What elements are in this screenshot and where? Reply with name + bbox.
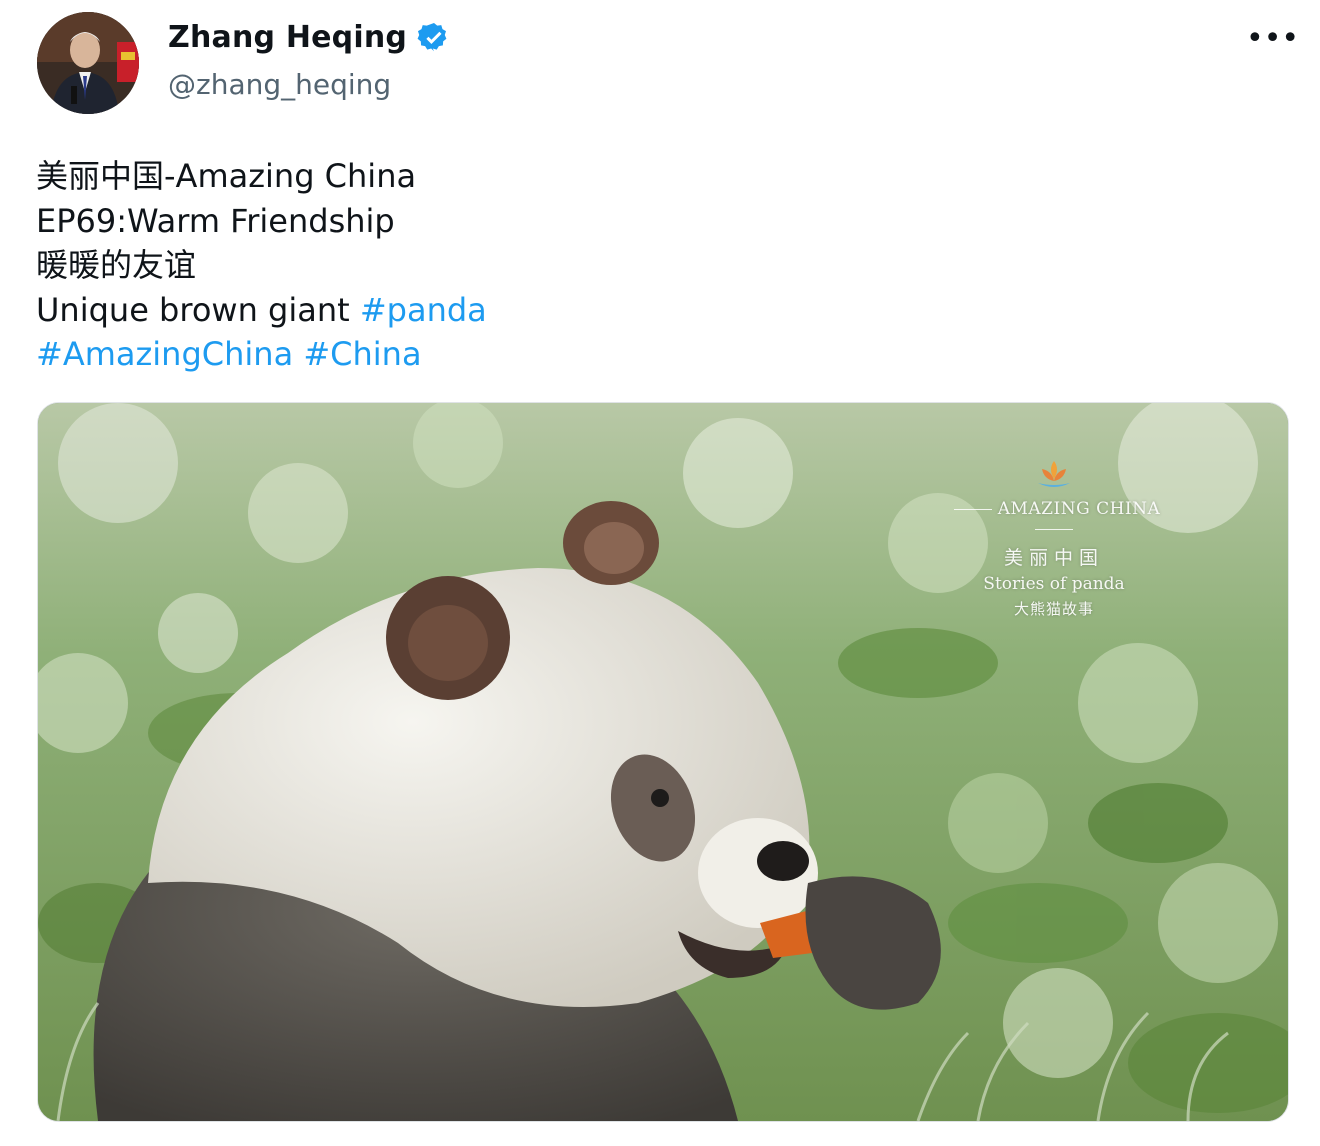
hashtag-china[interactable]: #China	[303, 335, 421, 373]
verified-badge-icon	[417, 21, 451, 55]
author-display-name[interactable]: Zhang Heqing	[168, 20, 407, 55]
amazing-china-logo-icon	[1038, 461, 1070, 487]
watermark-chinese-subtitle: 大熊猫故事	[1013, 600, 1094, 618]
watermark-title: AMAZING CHINA	[924, 499, 1184, 539]
hashtag-amazingchina[interactable]: #AmazingChina	[36, 335, 293, 373]
avatar-photo	[37, 12, 139, 114]
description-text: Unique brown giant	[36, 290, 360, 329]
watermark-subtitle: Stories of panda	[983, 574, 1125, 594]
tweet-line-episode: EP69:Warm Friendship	[36, 201, 395, 240]
tweet-text: 美丽中国-Amazing China EP69:Warm Friendship …	[36, 154, 1276, 377]
hashtag-panda[interactable]: #panda	[360, 291, 487, 329]
watermark-chinese-title: 美丽中国	[1003, 547, 1104, 569]
tweet-line-title: 美丽中国-Amazing China	[36, 157, 417, 195]
tweet-line-description: Unique brown giant #panda	[36, 288, 1276, 333]
tweet-line-chinese: 暖暖的友谊	[36, 246, 197, 284]
more-icon[interactable]: •••	[1246, 24, 1299, 54]
tweet-media[interactable]: AMAZING CHINA 美丽中国 Stories of panda 大熊猫故…	[37, 402, 1289, 1122]
avatar[interactable]	[37, 12, 139, 114]
author-handle[interactable]: @zhang_heqing	[168, 68, 391, 101]
tweet-line-hashtags: #AmazingChina #China	[36, 332, 1276, 377]
author-name-row[interactable]: Zhang Heqing	[168, 20, 451, 55]
video-watermark: AMAZING CHINA 美丽中国 Stories of panda 大熊猫故…	[924, 457, 1184, 619]
